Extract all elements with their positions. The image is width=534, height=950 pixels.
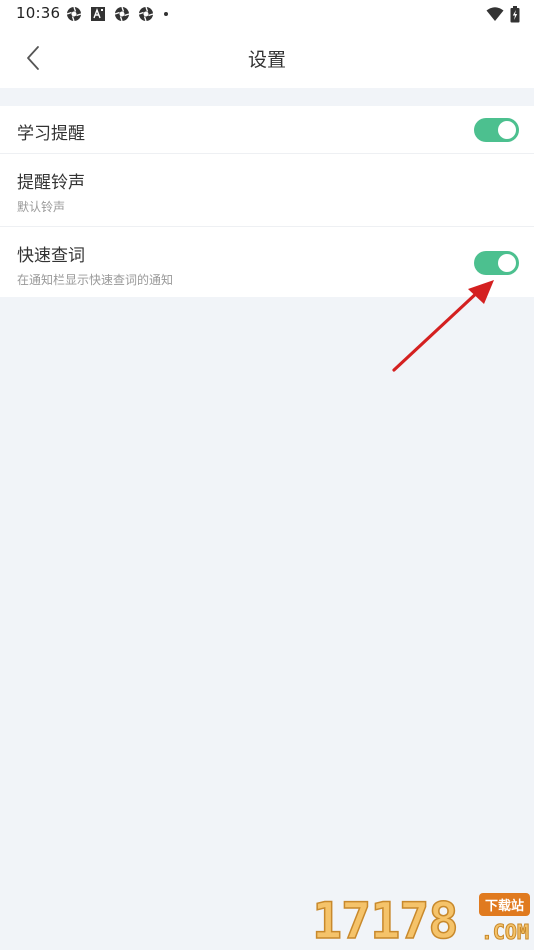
aperture-icon bbox=[138, 6, 154, 22]
header-bar: 设置 bbox=[0, 28, 534, 88]
site-watermark: 17178 下载站 .COM bbox=[311, 888, 532, 950]
toggle-knob bbox=[498, 121, 516, 139]
quick-lookup-toggle[interactable] bbox=[474, 251, 519, 275]
status-system-icons bbox=[486, 5, 520, 23]
watermark-suffix: .COM bbox=[480, 920, 529, 945]
aperture-icon bbox=[66, 6, 82, 22]
page-title: 设置 bbox=[247, 49, 286, 71]
setting-subtitle: 在通知栏显示快速查词的通知 bbox=[17, 273, 174, 287]
dot-icon bbox=[164, 12, 168, 16]
study-reminder-toggle[interactable] bbox=[474, 118, 519, 142]
status-time: 10:36 bbox=[16, 4, 61, 22]
status-bar: 10:36 bbox=[0, 0, 534, 28]
annotation-arrow-icon bbox=[392, 280, 494, 372]
wifi-icon bbox=[486, 7, 504, 21]
setting-title: 快速查词 bbox=[17, 246, 85, 266]
aperture-icon bbox=[114, 6, 130, 22]
watermark-badge: 下载站 bbox=[478, 893, 530, 916]
settings-list: 学习提醒 提醒铃声 默认铃声 快速查词 在通知栏显示快速查词的通知 bbox=[0, 106, 534, 297]
setting-title: 学习提醒 bbox=[17, 124, 85, 144]
battery-charging-icon bbox=[510, 5, 520, 22]
setting-subtitle: 默认铃声 bbox=[17, 200, 66, 214]
toggle-knob bbox=[498, 254, 516, 272]
status-notification-icons bbox=[66, 5, 170, 23]
setting-reminder-ringtone[interactable]: 提醒铃声 默认铃声 bbox=[0, 154, 534, 227]
setting-title: 提醒铃声 bbox=[17, 173, 85, 193]
setting-study-reminder[interactable]: 学习提醒 bbox=[0, 106, 534, 154]
watermark-digits: 17178 bbox=[311, 891, 459, 950]
text-a-icon bbox=[91, 7, 105, 21]
